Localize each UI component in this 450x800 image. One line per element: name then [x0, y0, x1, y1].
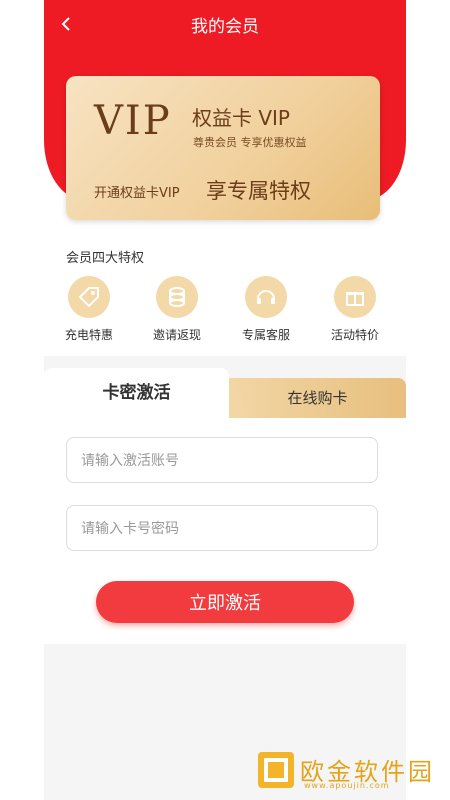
tab-buy-online[interactable]: 在线购卡	[229, 378, 406, 418]
vip-privilege-text: 享专属特权	[206, 179, 311, 203]
vip-open-text: 开通权益卡VIP	[94, 186, 180, 201]
perks-title: 会员四大特权	[66, 251, 145, 266]
coins-icon	[156, 276, 198, 318]
page-title: 我的会员	[191, 17, 259, 37]
perk-event[interactable]: 活动特价	[320, 276, 390, 343]
card-password-input[interactable]	[66, 505, 378, 551]
perk-label: 充电特惠	[64, 328, 113, 342]
watermark: 欧金软件园 www.apoujin.com	[256, 748, 436, 792]
watermark-logo-icon	[258, 752, 294, 788]
tab-label: 在线购卡	[287, 389, 348, 407]
perk-invite[interactable]: 邀请返现	[142, 276, 212, 343]
perk-label: 活动特价	[330, 328, 379, 342]
vip-card-desc: 尊贵会员 专享优惠权益	[193, 136, 307, 149]
tab-label: 卡密激活	[102, 383, 171, 403]
tag-icon	[68, 276, 110, 318]
perk-charging[interactable]: 充电特惠	[54, 276, 124, 343]
perk-service[interactable]: 专属客服	[231, 276, 301, 343]
app-frame: 我的会员 VIP 权益卡 VIP 尊贵会员 专享优惠权益 开通权益卡VIP 享专…	[44, 0, 406, 800]
perk-label: 专属客服	[241, 328, 290, 342]
watermark-url: www.apoujin.com	[304, 781, 390, 790]
account-input[interactable]	[66, 437, 378, 483]
vip-card-title: 权益卡 VIP	[192, 106, 290, 130]
perk-label: 邀请返现	[152, 328, 201, 342]
gift-icon	[334, 276, 376, 318]
tab-card-activation[interactable]: 卡密激活	[44, 368, 229, 418]
vip-logo: VIP	[94, 98, 172, 144]
headset-icon	[245, 276, 287, 318]
activate-button[interactable]: 立即激活	[96, 581, 354, 623]
vip-card[interactable]: VIP 权益卡 VIP 尊贵会员 专享优惠权益 开通权益卡VIP 享专属特权	[66, 76, 380, 220]
